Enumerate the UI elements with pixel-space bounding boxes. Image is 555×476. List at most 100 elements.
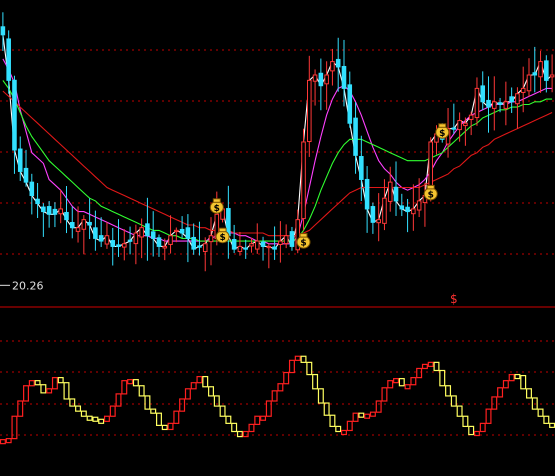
candle-body[interactable]: [208, 235, 214, 243]
candle-body[interactable]: [318, 72, 324, 87]
candle-body[interactable]: [538, 61, 543, 78]
candle-body[interactable]: [226, 208, 231, 237]
candle-body[interactable]: [307, 79, 312, 143]
candle-body[interactable]: [312, 74, 318, 82]
candle-body[interactable]: [69, 222, 75, 229]
candle-body[interactable]: [544, 60, 549, 81]
candle-body[interactable]: [526, 74, 532, 92]
candle-body[interactable]: [168, 235, 173, 245]
candle-body[interactable]: [87, 221, 92, 226]
candle-body[interactable]: [197, 245, 202, 248]
candle-body[interactable]: [23, 167, 29, 183]
candle-body[interactable]: [179, 228, 185, 234]
candle-body[interactable]: [185, 227, 191, 239]
candle-body[interactable]: [139, 227, 144, 238]
candle-body[interactable]: [301, 141, 306, 220]
money-bag-symbol: $: [439, 129, 445, 139]
candle-body[interactable]: [260, 241, 266, 247]
low-price-label: 20.26: [12, 279, 44, 292]
candle-body[interactable]: [41, 206, 46, 213]
indicator-signals: $: [450, 292, 458, 306]
candle-body[interactable]: [162, 245, 168, 249]
candle-body[interactable]: [127, 239, 133, 242]
candle-body[interactable]: [156, 237, 162, 247]
money-bag-neck: [218, 227, 227, 233]
money-bag-neck: [426, 184, 435, 190]
candle-body[interactable]: [330, 61, 335, 72]
candle-body[interactable]: [492, 101, 497, 109]
candle-body[interactable]: [0, 26, 6, 36]
candle-body[interactable]: [202, 243, 208, 253]
candle-body[interactable]: [503, 101, 509, 109]
candle-body[interactable]: [509, 96, 514, 103]
candle-body[interactable]: [468, 114, 474, 120]
candle-body[interactable]: [289, 231, 295, 247]
candle-body[interactable]: [133, 232, 139, 245]
candle-body[interactable]: [266, 245, 272, 249]
candle-body[interactable]: [110, 240, 116, 247]
candle-body[interactable]: [191, 236, 196, 250]
candle-body[interactable]: [122, 243, 127, 248]
candle-body[interactable]: [12, 79, 17, 151]
candle-body[interactable]: [411, 208, 416, 215]
money-bag-symbol: $: [219, 233, 225, 243]
candle-body[interactable]: [364, 178, 370, 210]
money-bag-neck: [438, 123, 447, 128]
candle-body[interactable]: [393, 186, 399, 202]
candle-body[interactable]: [353, 117, 358, 156]
candle-body[interactable]: [359, 156, 364, 180]
candle-body[interactable]: [532, 72, 538, 76]
candle-body[interactable]: [75, 227, 81, 232]
candle-body[interactable]: [237, 245, 243, 252]
candle-body[interactable]: [324, 74, 329, 85]
candle-body[interactable]: [497, 102, 503, 105]
candle-body[interactable]: [249, 243, 254, 247]
candle-body[interactable]: [549, 74, 555, 78]
candle-body[interactable]: [399, 205, 405, 210]
candle-body[interactable]: [29, 181, 35, 197]
candle-body[interactable]: [272, 246, 277, 250]
candle-body[interactable]: [52, 208, 58, 215]
candle-body[interactable]: [474, 87, 480, 119]
candle-body[interactable]: [93, 227, 98, 239]
money-bag-symbol: $: [428, 190, 434, 200]
candle-body[interactable]: [231, 239, 237, 250]
stock-chart: $ $ $ $ $ 20.26 $: [0, 0, 555, 476]
candle-body[interactable]: [457, 120, 462, 131]
candle-body[interactable]: [35, 198, 40, 205]
candle-body[interactable]: [58, 208, 63, 215]
candle-body[interactable]: [243, 247, 248, 250]
chart-background: [0, 0, 555, 476]
candle-body[interactable]: [405, 206, 410, 213]
candle-body[interactable]: [116, 244, 121, 247]
candle-body[interactable]: [283, 235, 289, 245]
candle-body[interactable]: [387, 181, 393, 202]
candle-body[interactable]: [451, 127, 457, 130]
candle-body[interactable]: [370, 206, 376, 223]
candle-body[interactable]: [254, 240, 260, 250]
candle-body[interactable]: [17, 148, 23, 172]
candle-body[interactable]: [278, 240, 283, 245]
candle-body[interactable]: [463, 122, 468, 127]
candle-body[interactable]: [104, 235, 110, 245]
candle-body[interactable]: [6, 38, 11, 81]
candle-body[interactable]: [515, 93, 520, 105]
candle-body[interactable]: [64, 211, 69, 221]
candle-body[interactable]: [520, 87, 526, 93]
candle-body[interactable]: [382, 197, 387, 224]
candle-body[interactable]: [145, 223, 150, 237]
candle-body[interactable]: [376, 219, 381, 224]
candle-body[interactable]: [46, 206, 52, 215]
candle-body[interactable]: [347, 84, 353, 124]
candle-body[interactable]: [150, 231, 156, 239]
money-bag-symbol: $: [214, 204, 220, 214]
candle-body[interactable]: [335, 58, 341, 68]
candle-body[interactable]: [174, 229, 179, 233]
candle-body[interactable]: [98, 235, 104, 242]
candle-body[interactable]: [480, 85, 486, 103]
candle-body[interactable]: [81, 219, 87, 230]
candle-body[interactable]: [341, 65, 347, 89]
candle-body[interactable]: [416, 200, 422, 211]
candle-body[interactable]: [486, 99, 491, 108]
money-bag-symbol: $: [300, 239, 306, 249]
